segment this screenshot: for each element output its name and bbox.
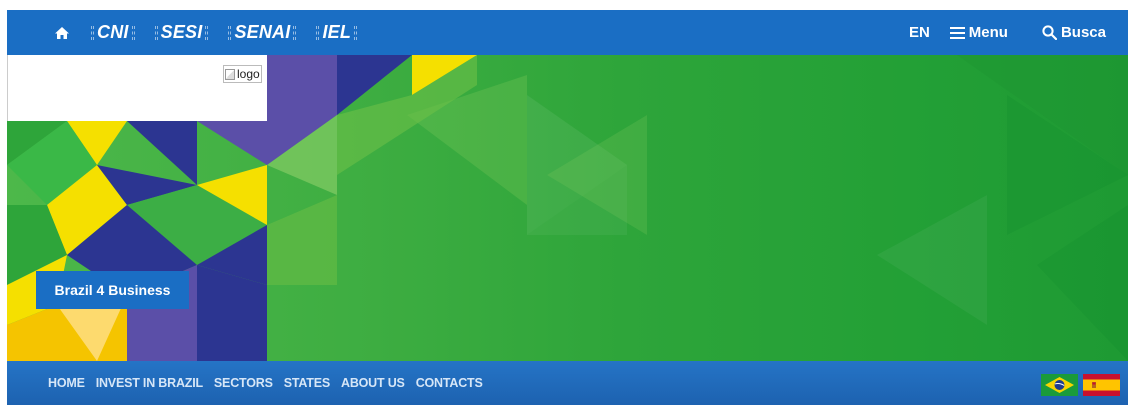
nav-item-about-us[interactable]: ABOUT US [341, 376, 405, 390]
spain-flag-icon[interactable] [1083, 374, 1120, 396]
brand-link-senai[interactable]: SENAI [225, 22, 299, 43]
search-button[interactable]: Busca [1042, 24, 1106, 41]
brazil-flag-icon[interactable] [1041, 374, 1078, 396]
nav-item-states[interactable]: STATES [284, 376, 330, 390]
search-label: Busca [1060, 24, 1106, 41]
brazil-4-business-button[interactable]: Brazil 4 Business [36, 271, 189, 309]
brazil-4-business-label: Brazil 4 Business [54, 282, 171, 298]
menu-button[interactable]: Menu [949, 24, 1008, 41]
main-nav: HOME INVEST IN BRAZIL SECTORS STATES ABO… [7, 361, 1128, 405]
language-label: EN [908, 24, 930, 41]
logo[interactable]: logo [223, 65, 262, 83]
top-bar: CNI SESI SENAI IEL EN Menu Busca [7, 10, 1128, 55]
brand-label: SESI [160, 22, 203, 42]
home-icon[interactable] [53, 24, 70, 41]
nav-item-invest-in-brazil[interactable]: INVEST IN BRAZIL [96, 376, 203, 390]
brand-label: CNI [97, 22, 129, 42]
broken-image-icon [225, 68, 235, 80]
brand-links: CNI SESI SENAI IEL [7, 10, 360, 55]
language-flags [1036, 374, 1120, 396]
brand-link-iel[interactable]: IEL [313, 22, 360, 43]
language-link[interactable]: EN [909, 24, 930, 41]
top-actions: EN Menu Busca [909, 10, 1106, 55]
brand-link-sesi[interactable]: SESI [152, 22, 212, 43]
hero-banner: logo Brazil 4 Business [7, 55, 1128, 361]
nav-item-sectors[interactable]: SECTORS [214, 376, 273, 390]
logo-alt-text: logo [237, 67, 260, 81]
brand-label: SENAI [234, 22, 291, 42]
nav-item-contacts[interactable]: CONTACTS [416, 376, 483, 390]
search-icon [1042, 25, 1057, 40]
nav-item-home[interactable]: HOME [48, 376, 85, 390]
menu-label: Menu [968, 24, 1008, 41]
brand-link-cni[interactable]: CNI [88, 22, 138, 43]
logo-area: logo [7, 55, 267, 121]
brand-label: IEL [322, 22, 352, 42]
hamburger-icon [949, 26, 965, 39]
